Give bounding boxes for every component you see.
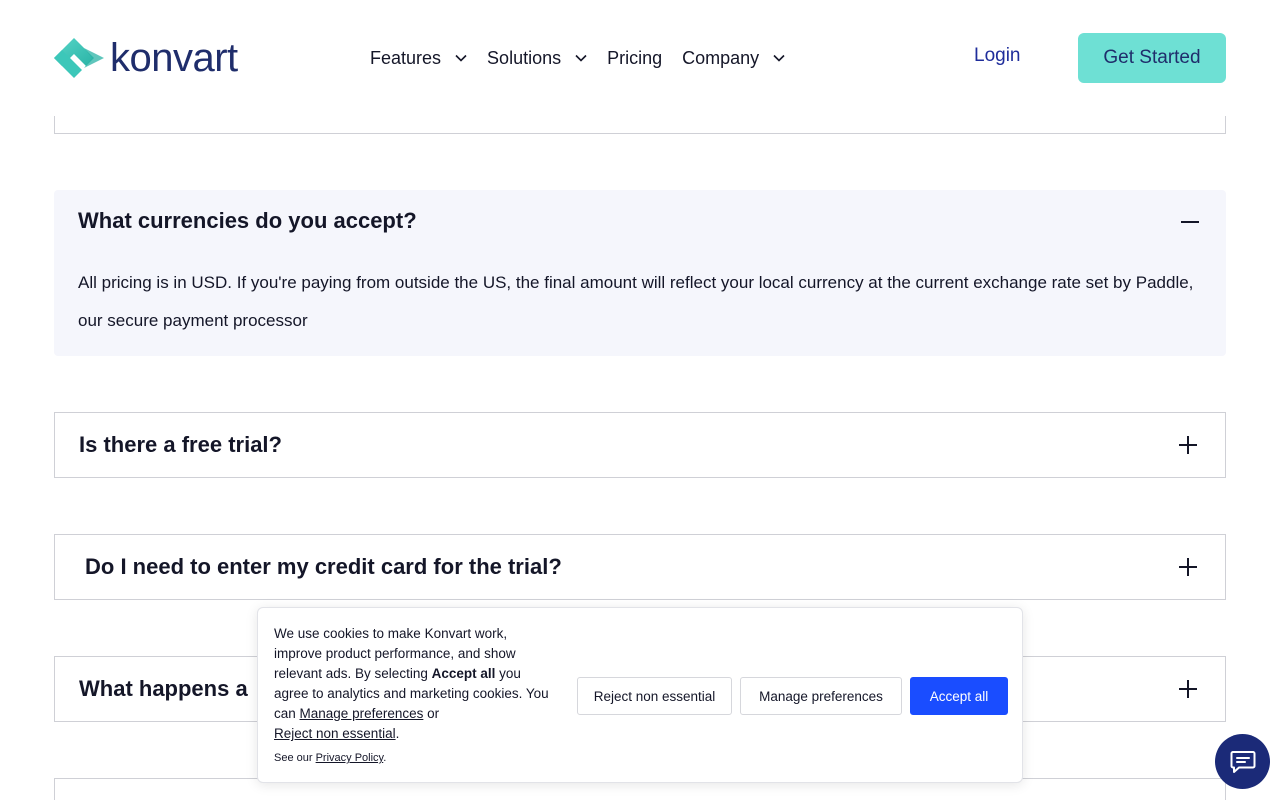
minus-icon[interactable] [1181,221,1199,223]
cookie-banner: We use cookies to make Konvart work, imp… [257,607,1023,783]
privacy-policy-line: See our Privacy Policy. [274,752,386,764]
privacy-policy-link[interactable]: Privacy Policy [316,752,384,764]
cookie-text: or [423,706,440,721]
plus-icon [1179,436,1197,454]
manage-preferences-link[interactable]: Manage preferences [300,706,424,721]
chat-bubble-icon [1230,750,1255,773]
policy-prefix: See our [274,752,316,764]
faq-answer: All pricing is in USD. If you're paying … [78,273,1194,330]
faq-question: Do I need to enter my credit card for th… [85,554,562,579]
nav-label: Features [370,47,442,68]
policy-suffix: . [383,752,387,764]
konvart-logo-icon [54,38,104,78]
login-link[interactable]: Login [974,45,1021,67]
faq-item-expanded: What currencies do you accept? All prici… [54,190,1226,356]
chevron-down-icon [455,54,467,62]
cookie-text: . [395,726,400,741]
cookie-message: We use cookies to make Konvart work, imp… [274,624,556,744]
nav-item-features[interactable]: Features [370,48,467,69]
chevron-down-icon [773,54,785,62]
nav-label: Pricing [607,47,663,68]
nav-item-company[interactable]: Company [682,48,785,69]
manage-preferences-button[interactable]: Manage preferences [740,677,902,715]
nav-label: Company [682,47,760,68]
reject-non-essential-link[interactable]: Reject non essential [274,726,396,741]
reject-non-essential-button[interactable]: Reject non essential [577,677,732,715]
logo-text: konvart [110,36,238,80]
cookie-accept-all-bold: Accept all [431,666,496,681]
plus-icon [1179,558,1197,576]
faq-item[interactable]: Do I need to enter my credit card for th… [54,534,1226,600]
chat-launcher-button[interactable] [1215,734,1270,789]
main-nav: Features Solutions Pricing Company [370,44,805,72]
site-header: konvart Features Solutions Pricing Compa… [0,0,1280,116]
faq-question: What happens a [79,676,248,701]
accept-all-button[interactable]: Accept all [910,677,1008,715]
faq-question[interactable]: What currencies do you accept? [78,208,417,234]
faq-item[interactable]: Is there a free trial? [54,412,1226,478]
get-started-button[interactable]: Get Started [1078,33,1226,83]
nav-item-pricing[interactable]: Pricing [607,48,662,69]
faq-question: Is there a free trial? [79,432,282,457]
plus-icon [1179,680,1197,698]
chevron-down-icon [575,54,587,62]
nav-label: Solutions [487,47,562,68]
konvart-logo[interactable]: konvart [54,38,238,78]
nav-item-solutions[interactable]: Solutions [487,48,587,69]
